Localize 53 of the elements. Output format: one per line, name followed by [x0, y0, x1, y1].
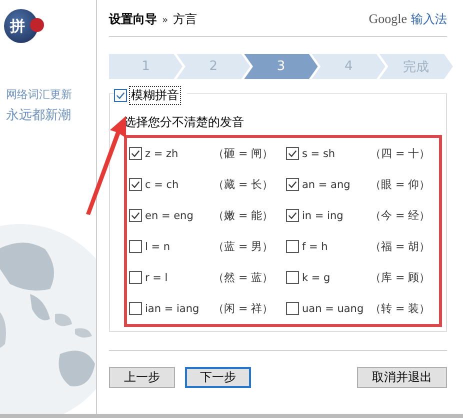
checkbox[interactable]	[129, 178, 142, 191]
example-text: （今 = 经）	[370, 208, 430, 223]
example-text: （转 = 装）	[370, 301, 430, 316]
checkbox[interactable]	[286, 302, 299, 315]
example-text: （砸 = 闸）	[213, 146, 274, 161]
example-text: （福 = 胡）	[370, 239, 430, 254]
product-name: 输入法	[411, 12, 447, 26]
example-text: （藏 = 长）	[213, 177, 274, 192]
checkbox[interactable]	[286, 147, 299, 160]
wizard-button[interactable]: 取消并退出	[357, 367, 447, 388]
pinyin-pair: z = zh	[145, 148, 180, 160]
pinyin-pair: c = ch	[145, 178, 180, 190]
slogan-text: 网络词汇更新	[6, 88, 73, 102]
checkbox[interactable]	[286, 209, 299, 222]
checkbox[interactable]	[286, 240, 299, 253]
example-text: （闲 = 祥）	[213, 301, 274, 316]
pinyin-pair: en = eng	[145, 210, 194, 222]
pinyin-pair: uan = uang	[302, 302, 365, 314]
brand-name: Google	[368, 11, 407, 26]
pinyin-pair: an = ang	[302, 178, 352, 190]
wizard-title: 设置向导	[109, 12, 157, 26]
pinyin-pair: k = g	[302, 272, 332, 284]
example-text: （眼 = 仰）	[370, 177, 430, 192]
checkbox[interactable]	[129, 209, 142, 222]
checkbox[interactable]	[286, 271, 299, 284]
checkbox[interactable]	[129, 271, 142, 284]
checkbox[interactable]	[129, 302, 142, 315]
checkbox[interactable]	[129, 147, 142, 160]
example-text: （四 = 十）	[370, 146, 430, 161]
pinyin-pair: ian = iang	[145, 302, 200, 314]
group-label: 模糊拼音	[129, 86, 181, 105]
pinyin-pair: s = sh	[302, 148, 336, 160]
checkbox[interactable]	[286, 178, 299, 191]
wizard-button[interactable]: 上一步	[109, 367, 175, 388]
pinyin-pair: l = n	[145, 240, 172, 252]
example-text: （蓝 = 男）	[213, 239, 274, 254]
pinyin-pair: in = ing	[302, 210, 344, 222]
breadcrumb-separator: »	[162, 15, 168, 26]
wizard-step: 3	[244, 54, 318, 79]
wizard-step: 2	[176, 54, 250, 79]
wizard-button[interactable]: 下一步	[185, 367, 251, 388]
wizard-step: 完成	[379, 54, 453, 79]
slogan-text: 永远都新潮	[6, 108, 72, 124]
example-text: （嫩 = 能）	[213, 208, 274, 223]
example-text: （库 = 顾）	[370, 270, 430, 285]
pinyin-pair: f = h	[302, 240, 329, 252]
wizard-step: 4	[312, 54, 386, 79]
wizard-step: 1	[109, 54, 183, 79]
checkbox[interactable]	[114, 89, 127, 102]
checkbox[interactable]	[129, 240, 142, 253]
page-subtitle: 方言	[173, 12, 198, 26]
pinyin-pair: r = l	[145, 272, 169, 284]
example-text: （然 = 蓝）	[213, 270, 274, 285]
